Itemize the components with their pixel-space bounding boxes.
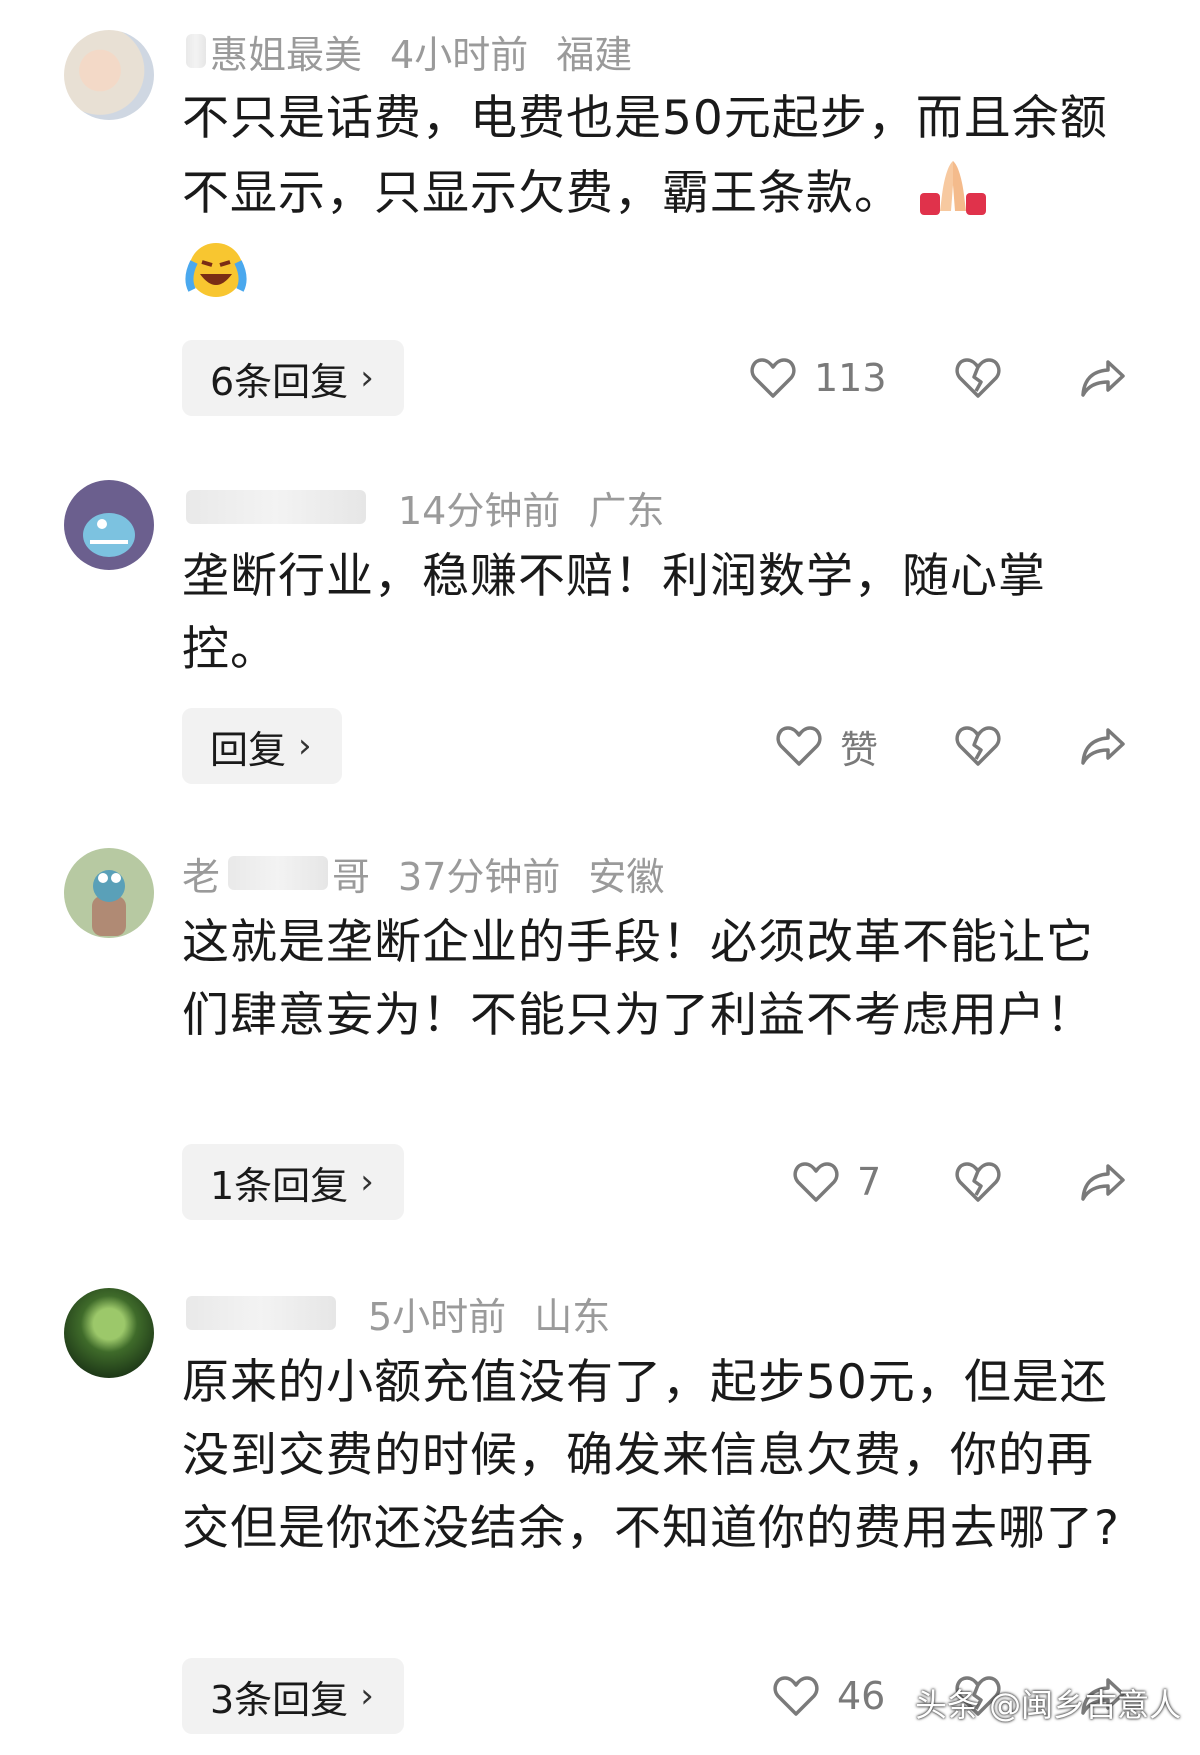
comment-meta: 5小时前 山东 — [182, 1288, 611, 1339]
blurred-username — [228, 856, 329, 890]
username[interactable]: 惠姐最美 — [210, 24, 362, 79]
reply-label: 回复 — [210, 727, 287, 772]
heart-outline-icon — [750, 357, 796, 399]
comment-meta: 惠姐最美 4小时前 福建 — [182, 24, 633, 79]
reply-label: 3条回复 — [210, 1677, 349, 1722]
like-button[interactable]: 46 — [773, 1658, 885, 1734]
heart-outline-icon — [793, 1161, 839, 1203]
laughing-crying-icon — [182, 238, 250, 321]
comment-text: 原来的小额充值没有了，起步50元，但是还没到交费的时候，确发来信息欠费，你的再交… — [182, 1355, 1120, 1556]
timestamp: 14分钟前 — [398, 488, 561, 533]
blurred-username — [186, 490, 366, 524]
avatar[interactable] — [64, 480, 154, 570]
avatar[interactable] — [64, 848, 154, 938]
like-count: 46 — [837, 1674, 886, 1718]
chevron-right-icon: › — [360, 1162, 374, 1202]
view-replies-button[interactable]: 3条回复 › — [182, 1658, 404, 1734]
region: 福建 — [556, 32, 633, 77]
share-button[interactable] — [1080, 1144, 1126, 1220]
heart-outline-icon — [773, 1675, 819, 1717]
share-arrow-icon — [1080, 1162, 1126, 1202]
avatar-illustration — [92, 870, 126, 936]
share-button[interactable] — [1080, 340, 1126, 416]
share-arrow-icon — [1080, 358, 1126, 398]
broken-heart-icon — [955, 357, 1001, 399]
reply-label: 1条回复 — [210, 1163, 349, 1208]
reply-label: 6条回复 — [210, 359, 349, 404]
comment-meta: 老 哥 37分钟前 安徽 — [182, 846, 665, 901]
like-count: 113 — [814, 356, 887, 400]
like-count: 赞 — [840, 727, 879, 772]
like-button[interactable]: 赞 — [776, 708, 878, 784]
chevron-right-icon: › — [360, 358, 374, 398]
folded-hands-icon — [918, 155, 988, 238]
like-button[interactable]: 7 — [793, 1144, 881, 1220]
dislike-button[interactable] — [955, 1144, 1001, 1220]
watermark: 头条 @闽乡古意人 — [915, 1686, 1182, 1724]
blurred-username — [186, 34, 206, 68]
comment-text: 这就是垄断企业的手段！必须改革不能让它们肆意妄为！不能只为了利益不考虑用户！ — [182, 915, 1094, 1043]
view-replies-button[interactable]: 1条回复 › — [182, 1144, 404, 1220]
blurred-username — [186, 1296, 336, 1330]
like-button[interactable]: 113 — [750, 340, 887, 416]
avatar-illustration — [83, 513, 135, 557]
timestamp: 5小时前 — [368, 1294, 507, 1339]
region: 山东 — [534, 1294, 611, 1339]
comment-text: 垄断行业，稳赚不赔！利润数学，随心掌控。 — [182, 549, 1046, 677]
broken-heart-icon — [955, 725, 1001, 767]
share-arrow-icon — [1080, 726, 1126, 766]
share-button[interactable] — [1080, 708, 1126, 784]
view-replies-button[interactable]: 6条回复 › — [182, 340, 404, 416]
dislike-button[interactable] — [955, 340, 1001, 416]
avatar[interactable] — [64, 30, 154, 120]
chevron-right-icon: › — [298, 726, 312, 766]
broken-heart-icon — [955, 1161, 1001, 1203]
dislike-button[interactable] — [955, 708, 1001, 784]
region: 安徽 — [588, 854, 665, 899]
comment-text: 不只是话费，电费也是50元起步，而且余额不显示，只显示欠费，霸王条款。 — [182, 82, 1132, 321]
username-suffix[interactable]: 哥 — [332, 846, 370, 901]
chevron-right-icon: › — [360, 1676, 374, 1716]
comment-meta: 14分钟前 广东 — [182, 482, 665, 533]
like-count: 7 — [857, 1160, 882, 1204]
username[interactable]: 老 — [182, 846, 220, 901]
timestamp: 4小时前 — [390, 32, 529, 77]
timestamp: 37分钟前 — [398, 854, 561, 899]
reply-button[interactable]: 回复 › — [182, 708, 342, 784]
heart-outline-icon — [776, 725, 822, 767]
region: 广东 — [588, 488, 665, 533]
avatar[interactable] — [64, 1288, 154, 1378]
